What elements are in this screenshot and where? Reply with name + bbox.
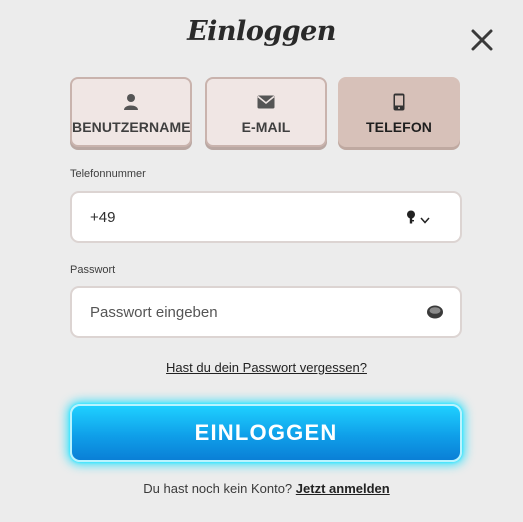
password-label: Passwort [70, 264, 116, 276]
phone-field[interactable]: +49 [70, 191, 462, 243]
signup-prompt: Du hast noch kein Konto? Jetzt anmelden [0, 481, 523, 496]
tab-benutzername[interactable]: BENUTZERNAME [70, 77, 192, 147]
forgot-password-text[interactable]: Hast du dein Passwort vergessen? [166, 360, 367, 375]
tab-label: BENUTZERNAME [72, 119, 191, 135]
signup-text: Du hast noch kein Konto? [143, 481, 293, 496]
mobile-phone-icon [340, 93, 458, 111]
country-selector[interactable] [406, 210, 430, 229]
login-button[interactable]: EINLOGGEN [70, 404, 462, 462]
tab-label: TELEFON [365, 119, 433, 135]
signup-link[interactable]: Jetzt anmelden [296, 481, 390, 496]
phone-value: +49 [90, 209, 116, 226]
tab-telefon[interactable]: TELEFON [338, 77, 460, 147]
password-placeholder: Passwort eingeben [90, 304, 218, 321]
modal-title: Einloggen [187, 16, 336, 47]
password-field[interactable]: Passwort eingeben [70, 286, 462, 338]
country-flag-icon [406, 210, 416, 229]
eye-icon[interactable] [426, 304, 444, 325]
login-modal: Einloggen BENUTZERNAME E-MAIL TELEFON Te… [0, 0, 523, 522]
tab-label: E-MAIL [241, 119, 291, 135]
envelope-icon [207, 93, 325, 111]
user-icon [72, 93, 190, 111]
tab-email[interactable]: E-MAIL [205, 77, 327, 147]
chevron-down-icon [420, 211, 430, 229]
forgot-password-link[interactable]: Hast du dein Passwort vergessen? [0, 360, 523, 375]
login-method-tabs: BENUTZERNAME E-MAIL TELEFON [70, 77, 462, 151]
close-icon[interactable] [468, 26, 496, 54]
phone-label: Telefonnummer [70, 168, 146, 180]
